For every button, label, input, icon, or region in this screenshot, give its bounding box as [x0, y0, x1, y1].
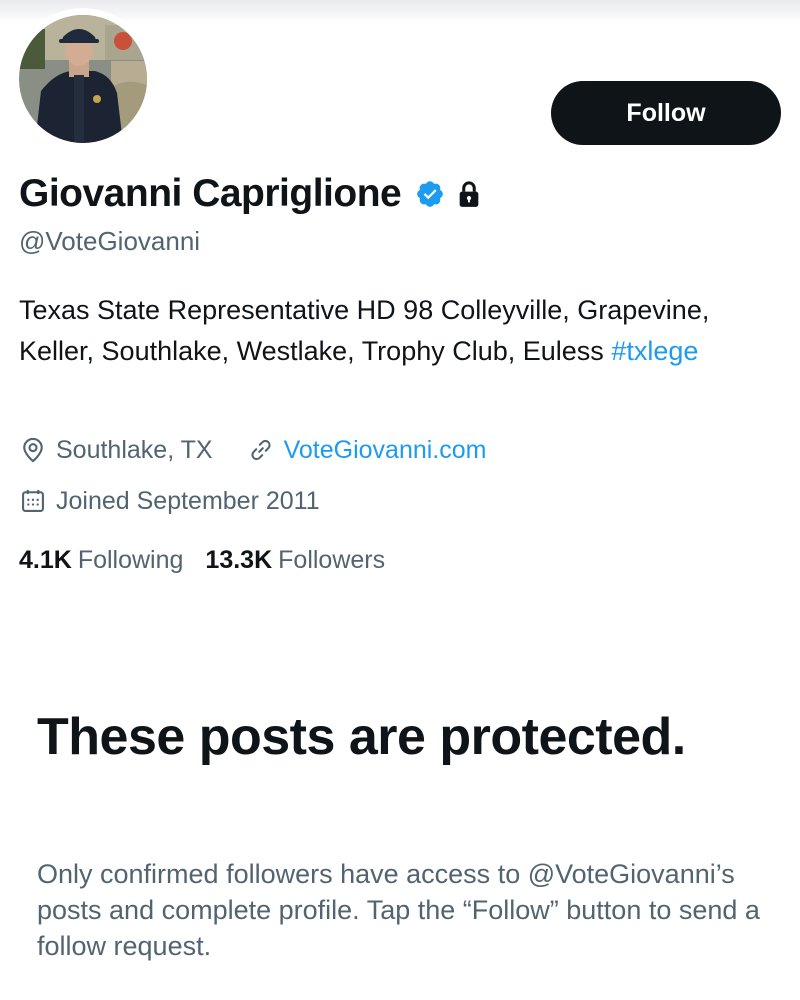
follow-button[interactable]: Follow	[551, 81, 781, 145]
name-row: Giovanni Capriglione	[19, 168, 481, 220]
avatar[interactable]	[12, 8, 154, 150]
location-text: Southlake, TX	[56, 435, 213, 464]
protected-posts-title: These posts are protected.	[37, 708, 686, 766]
following-count: 4.1K	[19, 545, 72, 574]
following-label: Following	[77, 545, 184, 574]
verified-badge-icon[interactable]	[415, 179, 445, 209]
lock-icon[interactable]	[457, 180, 481, 208]
following-link[interactable]: 4.1K Following	[19, 546, 183, 575]
joined-row: Joined September 2011	[19, 483, 320, 519]
calendar-icon	[22, 489, 44, 512]
protected-posts-description: Only confirmed followers have access to …	[37, 859, 760, 961]
link-icon	[250, 439, 271, 461]
followers-count: 13.3K	[205, 545, 273, 574]
location-pin-icon	[23, 437, 43, 463]
joined-text: Joined September 2011	[56, 486, 320, 515]
profile-display-name: Giovanni Capriglione	[19, 172, 402, 215]
bio-hashtag-link[interactable]: #txlege	[611, 336, 698, 366]
followers-label: Followers	[278, 545, 386, 574]
website-item[interactable]: VoteGiovanni.com	[247, 436, 487, 465]
website-link[interactable]: VoteGiovanni.com	[284, 436, 487, 465]
profile-handle: @VoteGiovanni	[19, 226, 201, 256]
profile-bio: Texas State Representative HD 98 Colleyv…	[19, 290, 779, 372]
joined-item: Joined September 2011	[19, 487, 320, 516]
location-item: Southlake, TX	[19, 436, 213, 465]
avatar-image	[19, 15, 147, 143]
profile-meta-row: Southlake, TX VoteGiovanni.com	[19, 432, 487, 468]
follow-stats: 4.1K Following 13.3K Followers	[19, 542, 385, 578]
bio-text: Texas State Representative HD 98 Colleyv…	[19, 295, 710, 366]
followers-link[interactable]: 13.3K Followers	[205, 546, 385, 575]
